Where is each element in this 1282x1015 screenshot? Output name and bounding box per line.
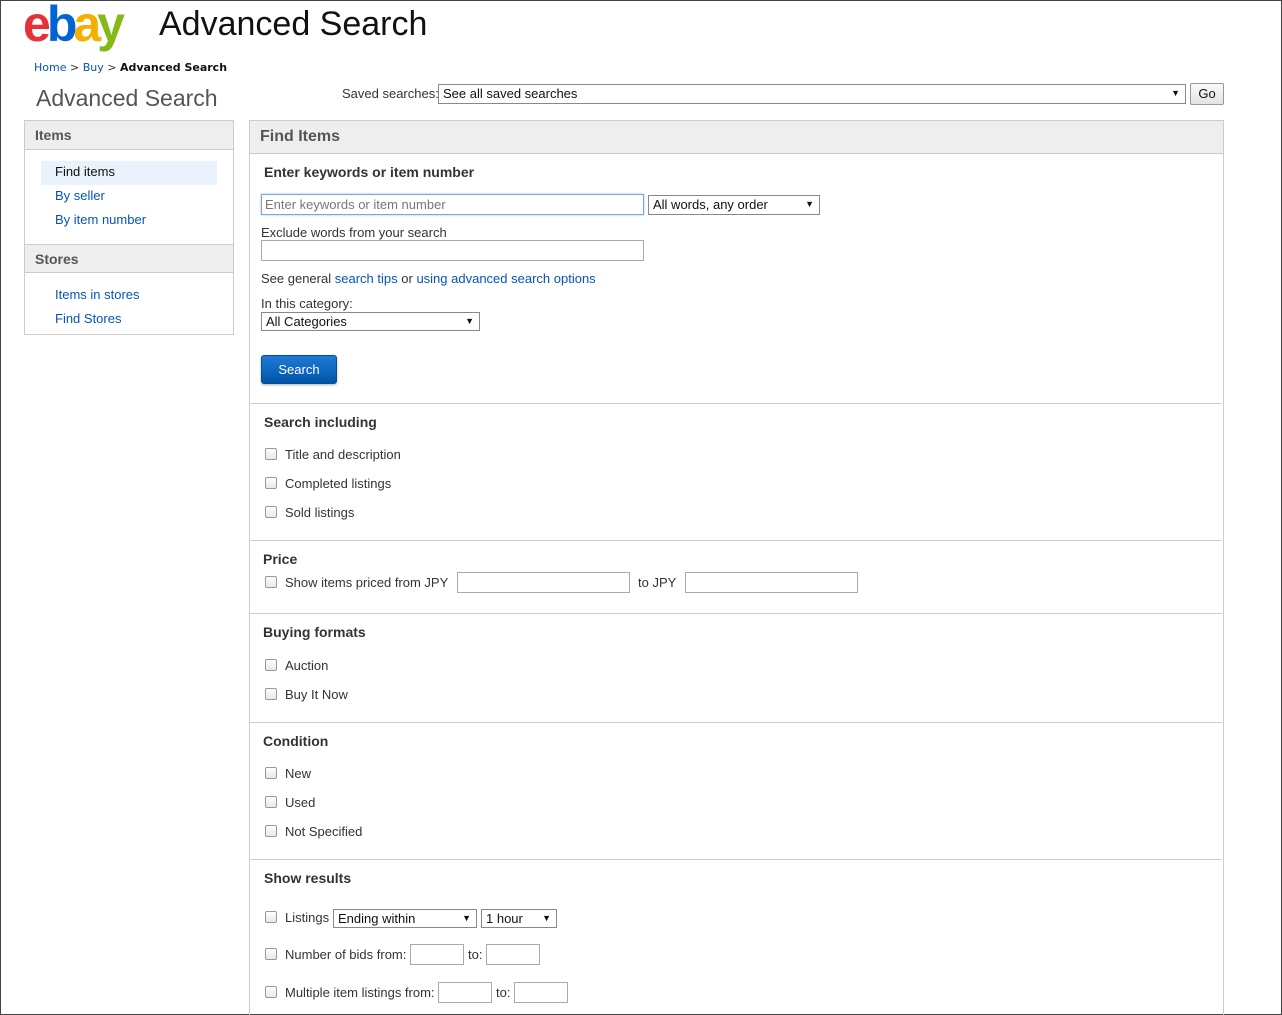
search-tips-link[interactable]: search tips <box>335 271 398 286</box>
condition-used-checkbox[interactable] <box>265 796 277 808</box>
keyword-order-select[interactable]: All words, any order ▼ <box>648 195 820 215</box>
sidebar-item-find-items[interactable]: Find items <box>41 161 217 185</box>
divider <box>250 403 1222 404</box>
buy-it-now-checkbox[interactable] <box>265 688 277 700</box>
search-tips-prefix: See general <box>261 271 332 286</box>
keywords-input[interactable]: Enter keywords or item number <box>261 194 644 215</box>
go-button[interactable]: Go <box>1190 83 1224 105</box>
title-description-label: Title and description <box>285 447 401 462</box>
category-select[interactable]: All Categories ▼ <box>261 312 480 331</box>
completed-listings-checkbox[interactable] <box>265 477 277 489</box>
sold-listings-label: Sold listings <box>285 505 355 520</box>
multi-to-label: to: <box>496 985 511 1000</box>
listings-label: Listings <box>285 910 330 925</box>
dropdown-arrow-icon: ▼ <box>465 316 474 326</box>
divider <box>250 540 1222 541</box>
exclude-words-label: Exclude words from your search <box>261 225 447 240</box>
condition-not-specified-checkbox[interactable] <box>265 825 277 837</box>
price-range-checkbox[interactable] <box>265 576 277 588</box>
condition-new-checkbox[interactable] <box>265 767 277 779</box>
sidebar-item-by-item-number[interactable]: By item number <box>41 209 217 233</box>
price-from-input[interactable] <box>457 572 630 593</box>
price-from-label: Show items priced from JPY <box>285 575 449 590</box>
category-label: In this category: <box>261 296 353 311</box>
sidebar-item-by-seller[interactable]: By seller <box>41 185 217 209</box>
listings-type-select[interactable]: Ending within ▼ <box>333 909 477 928</box>
breadcrumb-buy[interactable]: Buy <box>83 61 104 74</box>
listings-time-value: 1 hour <box>486 911 523 926</box>
price-title: Price <box>263 551 298 567</box>
multi-to-input[interactable] <box>514 982 568 1003</box>
bids-to-label: to: <box>468 947 483 962</box>
breadcrumb-current: Advanced Search <box>119 61 228 74</box>
sidebar-items-list: Find items By seller By item number <box>25 150 233 244</box>
number-of-bids-label: Number of bids from: <box>285 947 407 962</box>
sidebar-item-find-stores[interactable]: Find Stores <box>41 308 217 332</box>
divider <box>250 613 1222 614</box>
breadcrumb-home[interactable]: Home <box>34 61 66 74</box>
sidebar-items-heading: Items <box>25 121 233 150</box>
dropdown-arrow-icon: ▼ <box>542 913 551 923</box>
price-to-input[interactable] <box>685 572 858 593</box>
show-results-title: Show results <box>264 870 352 886</box>
sold-listings-checkbox[interactable] <box>265 506 277 518</box>
keyword-order-value: All words, any order <box>653 197 768 212</box>
multiple-item-listings-label: Multiple item listings from: <box>285 985 435 1000</box>
divider <box>250 722 1222 723</box>
listings-checkbox[interactable] <box>265 911 277 923</box>
condition-not-specified-label: Not Specified <box>285 824 363 839</box>
advanced-options-link[interactable]: using advanced search options <box>416 271 595 286</box>
sidebar-stores-heading: Stores <box>25 244 233 273</box>
saved-searches-label: Saved searches: <box>342 86 439 101</box>
buying-formats-title: Buying formats <box>263 624 366 640</box>
dropdown-arrow-icon: ▼ <box>1171 88 1180 98</box>
breadcrumb: Home > Buy > Advanced Search <box>34 61 227 74</box>
auction-label: Auction <box>285 658 329 673</box>
sidebar-item-items-in-stores[interactable]: Items in stores <box>41 284 217 308</box>
search-tips-or: or <box>401 271 413 286</box>
keywords-section-title: Enter keywords or item number <box>264 164 475 180</box>
multiple-item-listings-checkbox[interactable] <box>265 986 277 998</box>
dropdown-arrow-icon: ▼ <box>462 913 471 923</box>
ebay-logo[interactable]: ebay <box>23 0 125 51</box>
title-description-checkbox[interactable] <box>265 448 277 460</box>
search-tips-line: See general search tips or using advance… <box>261 271 596 286</box>
breadcrumb-separator: > <box>69 61 80 74</box>
bids-from-input[interactable] <box>410 944 464 965</box>
saved-searches-select[interactable]: See all saved searches ▼ <box>438 84 1186 104</box>
search-button[interactable]: Search <box>261 355 337 384</box>
listings-time-select[interactable]: 1 hour ▼ <box>481 909 557 928</box>
category-value: All Categories <box>266 314 347 329</box>
condition-title: Condition <box>263 733 329 749</box>
saved-searches-value: See all saved searches <box>443 86 578 101</box>
completed-listings-label: Completed listings <box>285 476 392 491</box>
sidebar: Items Find items By seller By item numbe… <box>24 120 234 335</box>
divider <box>250 859 1222 860</box>
header-title: Advanced Search <box>159 5 428 43</box>
condition-used-label: Used <box>285 795 316 810</box>
price-to-label: to JPY <box>638 575 677 590</box>
panel-title: Find Items <box>250 121 1223 154</box>
search-including-title: Search including <box>264 414 377 430</box>
bids-to-input[interactable] <box>486 944 540 965</box>
buy-it-now-label: Buy It Now <box>285 687 348 702</box>
dropdown-arrow-icon: ▼ <box>805 199 814 209</box>
page-title: Advanced Search <box>36 85 218 111</box>
breadcrumb-separator: > <box>107 61 117 74</box>
find-items-panel: Find Items Enter keywords or item number… <box>249 120 1224 1015</box>
keywords-placeholder: Enter keywords or item number <box>265 197 446 212</box>
sidebar-stores-list: Items in stores Find Stores <box>25 273 233 343</box>
multi-from-input[interactable] <box>438 982 492 1003</box>
number-of-bids-checkbox[interactable] <box>265 948 277 960</box>
condition-new-label: New <box>285 766 312 781</box>
auction-checkbox[interactable] <box>265 659 277 671</box>
exclude-words-input[interactable] <box>261 240 644 261</box>
listings-type-value: Ending within <box>338 911 416 926</box>
